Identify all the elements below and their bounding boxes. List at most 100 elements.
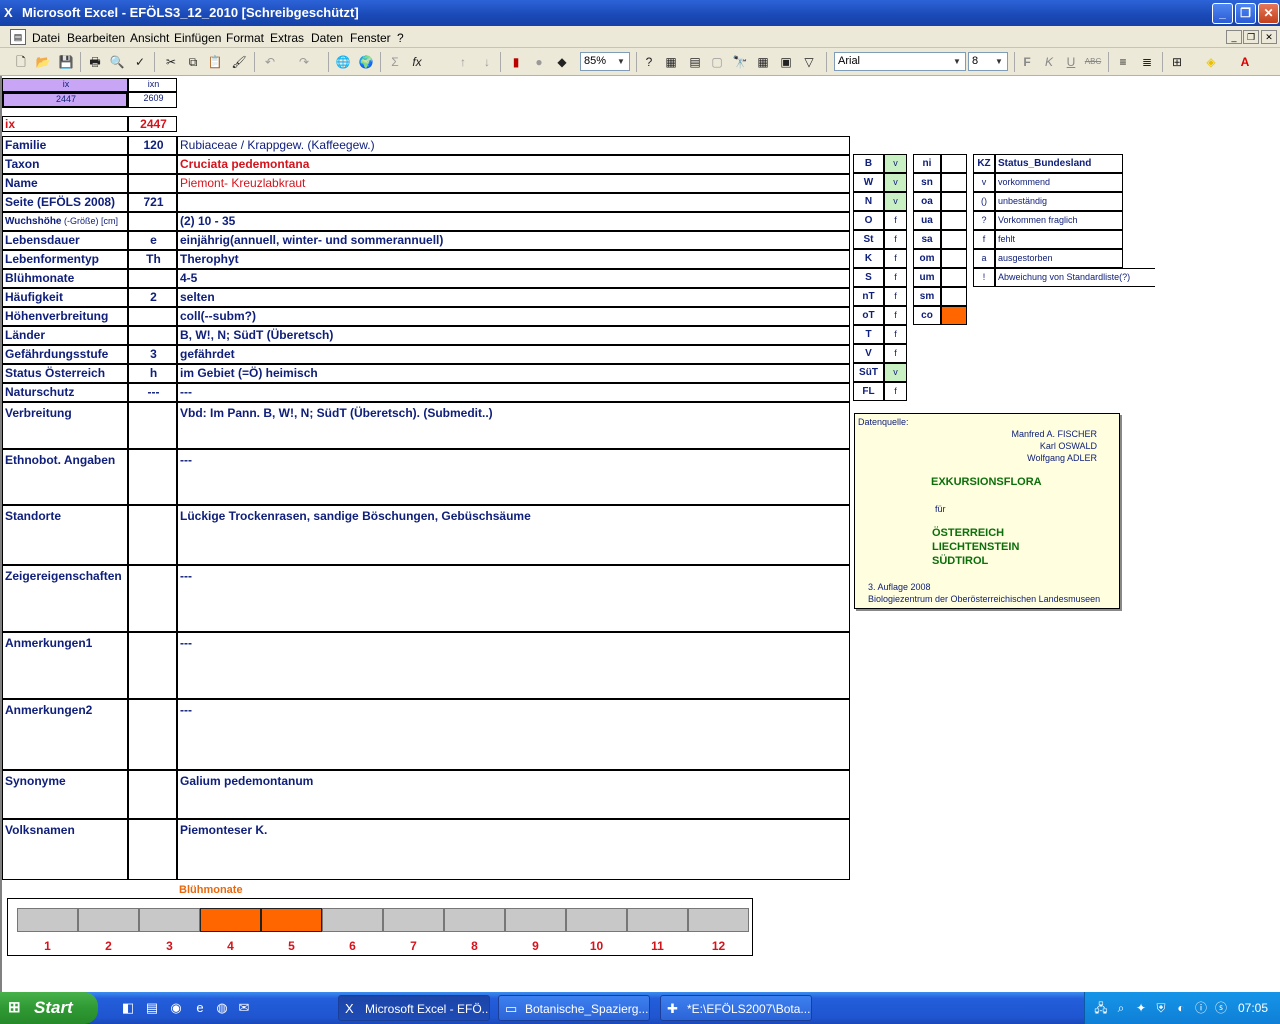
menu-bearbeiten[interactable]: Bearbeiten <box>67 31 125 45</box>
row-text[interactable]: 4-5 <box>177 269 850 288</box>
altitude-code-cell[interactable]: om <box>913 249 941 268</box>
legend-status-cell[interactable]: Vorkommen fraglich <box>995 211 1123 230</box>
ix-header[interactable]: ix <box>2 78 128 92</box>
camera-icon[interactable]: ▦ <box>662 53 680 71</box>
row-code[interactable] <box>128 174 177 193</box>
calculator-icon[interactable]: ▣ <box>777 53 795 71</box>
state-value-cell[interactable]: f <box>884 344 907 363</box>
state-code-cell[interactable]: SüT <box>853 363 884 382</box>
altitude-value-cell[interactable] <box>941 306 967 325</box>
state-value-cell[interactable]: v <box>884 154 907 173</box>
menu-ansicht[interactable]: Ansicht <box>130 31 169 45</box>
antivirus-icon[interactable]: ◐ <box>1173 1000 1189 1016</box>
ix-big-value[interactable]: 2447 <box>128 116 177 132</box>
row-code[interactable]: 721 <box>128 193 177 212</box>
row-code[interactable]: Th <box>128 250 177 269</box>
bloom-month-bar[interactable] <box>17 908 78 932</box>
row-label[interactable]: Ethnobot. Angaben <box>2 449 128 505</box>
state-value-cell[interactable]: v <box>884 173 907 192</box>
row-text[interactable]: Galium pedemontanum <box>177 770 850 819</box>
bloom-month-bar[interactable] <box>322 908 383 932</box>
chevron-down-icon[interactable]: ▼ <box>992 54 1006 69</box>
altitude-code-cell[interactable]: sm <box>913 287 941 306</box>
ixn-value-cell[interactable]: 2609 <box>128 92 177 108</box>
network-icon[interactable]: ▤ <box>144 1000 160 1016</box>
row-code[interactable] <box>128 269 177 288</box>
menu-help[interactable]: ? <box>397 31 404 45</box>
row-text[interactable] <box>177 193 850 212</box>
state-code-cell[interactable]: B <box>853 154 884 173</box>
legend-kz-cell[interactable]: ! <box>973 268 995 287</box>
altitude-value-cell[interactable] <box>941 154 967 173</box>
bloom-month-bar[interactable] <box>627 908 688 932</box>
menu-format[interactable]: Format <box>226 31 264 45</box>
legend-kz-cell[interactable]: a <box>973 249 995 268</box>
row-label[interactable]: Höhenverbreitung <box>2 307 128 326</box>
row-text[interactable]: Rubiaceae / Krappgew. (Kaffeegew.) <box>177 136 850 155</box>
chevron-down-icon[interactable]: ▼ <box>950 54 964 69</box>
filter-icon[interactable]: ▽ <box>800 53 818 71</box>
chart-wizard-icon[interactable]: ▮ <box>507 53 525 71</box>
row-text[interactable]: Piemont- Kreuzlabkraut <box>177 174 850 193</box>
row-label[interactable]: Wuchshöhe (-Größe) [cm] <box>2 212 128 231</box>
doc-restore-button[interactable]: ❐ <box>1243 30 1259 44</box>
bloom-month-bar[interactable] <box>261 908 322 932</box>
row-label[interactable]: Seite (EFÖLS 2008) <box>2 193 128 212</box>
state-value-cell[interactable]: f <box>884 382 907 401</box>
legend-kz-cell[interactable]: ? <box>973 211 995 230</box>
taskbar-task[interactable]: ▭ Botanische_Spazierg... <box>498 995 650 1021</box>
row-label[interactable]: Zeigereigenschaften <box>2 565 128 632</box>
row-label[interactable]: Synonyme <box>2 770 128 819</box>
row-text[interactable]: einjährig(annuell, winter- und sommerann… <box>177 231 850 250</box>
state-code-cell[interactable]: oT <box>853 306 884 325</box>
menu-datei[interactable]: Datei <box>32 31 60 45</box>
bloom-month-bar[interactable] <box>78 908 139 932</box>
paste-icon[interactable]: 📋 <box>206 53 224 71</box>
grid-icon[interactable]: ▤ <box>686 53 704 71</box>
row-text[interactable]: --- <box>177 383 850 402</box>
spellcheck-icon[interactable]: ✓ <box>131 53 149 71</box>
menu-daten[interactable]: Daten <box>311 31 343 45</box>
legend-status-header[interactable]: Status_Bundesland <box>995 154 1123 173</box>
bloom-month-bar[interactable] <box>688 908 749 932</box>
row-text[interactable]: B, W!, N; SüdT (Überetsch) <box>177 326 850 345</box>
altitude-value-cell[interactable] <box>941 268 967 287</box>
legend-kz-cell[interactable]: () <box>973 192 995 211</box>
legend-status-cell[interactable]: unbeständig <box>995 192 1123 211</box>
row-code[interactable] <box>128 699 177 770</box>
ixn-header[interactable]: ixn <box>128 78 177 92</box>
row-code[interactable] <box>128 212 177 231</box>
doc-minimize-button[interactable]: _ <box>1226 30 1242 44</box>
altitude-code-cell[interactable]: ni <box>913 154 941 173</box>
search-tray-icon[interactable]: ⌕ <box>1113 1000 1129 1016</box>
function-icon[interactable]: fx <box>408 53 426 71</box>
format-painter-icon[interactable]: 🖌 <box>230 53 248 71</box>
row-code[interactable]: --- <box>128 383 177 402</box>
form-icon[interactable]: ▢ <box>708 53 726 71</box>
altitude-value-cell[interactable] <box>941 192 967 211</box>
legend-status-cell[interactable]: Abweichung von Standardliste(?) <box>995 268 1155 287</box>
row-label[interactable]: Name <box>2 174 128 193</box>
row-label[interactable]: Gefährdungsstufe <box>2 345 128 364</box>
row-text[interactable]: --- <box>177 632 850 699</box>
strike-button[interactable]: ABC <box>1084 53 1102 71</box>
altitude-code-cell[interactable]: oa <box>913 192 941 211</box>
row-code[interactable]: e <box>128 231 177 250</box>
row-label[interactable]: Verbreitung <box>2 402 128 449</box>
zoom-select[interactable]: 85% ▼ <box>580 52 630 71</box>
copy-icon[interactable]: ⧉ <box>184 53 202 71</box>
row-code[interactable] <box>128 819 177 880</box>
desktop-icon[interactable]: ◧ <box>120 1000 136 1016</box>
row-code[interactable]: h <box>128 364 177 383</box>
firefox-icon[interactable]: ◍ <box>214 1000 230 1016</box>
start-button[interactable]: ⊞ Start <box>0 992 98 1024</box>
row-code[interactable] <box>128 632 177 699</box>
row-label[interactable]: Blühmonate <box>2 269 128 288</box>
network-tray-icon[interactable]: 🖧 <box>1093 1000 1109 1016</box>
worksheet[interactable]: ix ixn 2447 2609 ix 2447 Familie 120 Rubia… <box>0 76 1280 992</box>
row-text[interactable]: selten <box>177 288 850 307</box>
row-text[interactable]: --- <box>177 565 850 632</box>
row-label[interactable]: Häufigkeit <box>2 288 128 307</box>
legend-status-cell[interactable]: fehlt <box>995 230 1123 249</box>
row-text[interactable]: gefährdet <box>177 345 850 364</box>
